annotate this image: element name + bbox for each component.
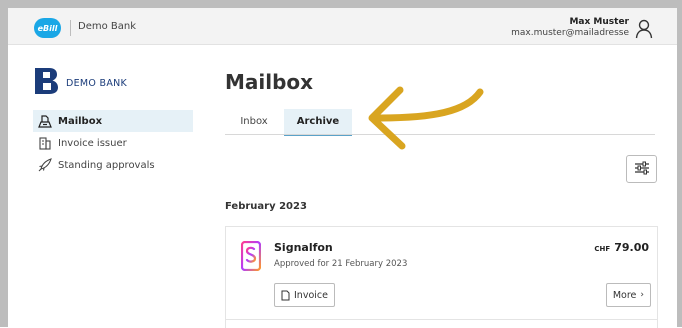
- month-heading: February 2023: [225, 201, 307, 212]
- invoice-button[interactable]: Invoice: [274, 283, 335, 307]
- window-frame-left: [0, 0, 8, 327]
- sidebar-item-label: Invoice issuer: [58, 137, 127, 149]
- sidebar-item-label: Mailbox: [58, 115, 103, 127]
- more-button[interactable]: More ›: [605, 283, 651, 307]
- demo-bank-logo-text: DEMO BANK: [66, 78, 128, 89]
- sidebar-item-label: Standing approvals: [58, 159, 155, 171]
- biller-name: Signalfon: [274, 241, 333, 254]
- bill-amount: CHF 79.00: [594, 241, 649, 254]
- sidebar-item-standing-approvals[interactable]: Standing approvals: [33, 154, 193, 176]
- tab-inbox[interactable]: Inbox: [226, 109, 282, 134]
- window-frame-right: [677, 0, 682, 327]
- filter-button[interactable]: [626, 155, 657, 183]
- bill-card[interactable]: Signalfon Approved for 21 February 2023 …: [225, 226, 658, 328]
- chevron-right-icon: ›: [640, 290, 644, 300]
- sliders-icon: [634, 160, 650, 179]
- invoice-button-label: Invoice: [294, 289, 328, 301]
- arrow-annotation-icon: [362, 82, 488, 154]
- topbar-divider: [70, 20, 71, 36]
- demo-bank-logo-icon: [35, 68, 59, 94]
- user-icon[interactable]: [635, 19, 653, 39]
- page-title: Mailbox: [225, 70, 314, 94]
- amount-value: 79.00: [614, 241, 649, 254]
- document-icon: [281, 290, 290, 301]
- sidebar-item-invoice-issuer[interactable]: Invoice issuer: [33, 132, 193, 154]
- window-frame-top: [0, 0, 682, 8]
- user-name[interactable]: Max Muster: [569, 17, 629, 27]
- user-email[interactable]: max.muster@mailadresse: [511, 28, 629, 38]
- card-divider: [226, 319, 657, 320]
- signalfon-logo-icon: [240, 240, 262, 272]
- currency-label: CHF: [594, 245, 611, 253]
- bill-status: Approved for 21 February 2023: [274, 259, 408, 269]
- building-icon: [38, 136, 52, 150]
- sidebar-item-mailbox[interactable]: Mailbox: [33, 110, 193, 132]
- more-button-label: More: [612, 289, 637, 301]
- bank-name: Demo Bank: [78, 21, 137, 32]
- top-bar: eBill Demo Bank Max Muster max.muster@ma…: [8, 8, 677, 45]
- mailbox-icon: [38, 114, 52, 128]
- tab-archive[interactable]: Archive: [284, 109, 352, 136]
- ebill-logo[interactable]: eBill: [34, 18, 61, 38]
- rocket-icon: [38, 158, 52, 172]
